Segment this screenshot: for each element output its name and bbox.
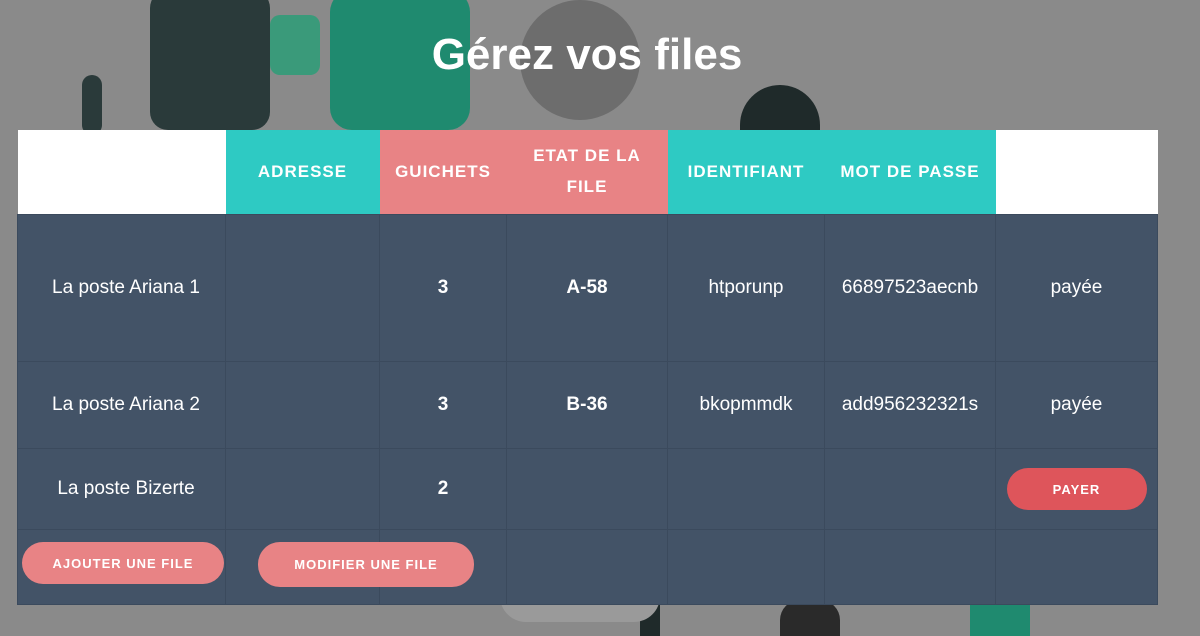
- header-etat: ETAT DE LA FILE: [506, 130, 668, 215]
- cell-paiement: PAYER: [995, 448, 1158, 530]
- empty-cell: [506, 529, 668, 605]
- page-title: Gérez vos files: [431, 30, 743, 79]
- cell-mot-de-passe: add956232321s: [824, 361, 996, 449]
- cell-guichets: 3: [379, 361, 507, 449]
- empty-cell: [667, 529, 825, 605]
- cell-file: La poste Ariana 2: [17, 361, 226, 449]
- cell-adresse: [225, 214, 380, 362]
- cell-identifiant: bkopmmdk: [667, 361, 825, 449]
- cell-mot-de-passe: [824, 448, 996, 530]
- cell-guichets: 3: [379, 214, 507, 362]
- cell-etat: A-58: [506, 214, 668, 362]
- table-row: La poste Ariana 1 3 A-58 htporunp 668975…: [17, 214, 1158, 362]
- background-shoe-illustration: [780, 600, 840, 636]
- background-post-illustration: [82, 75, 102, 135]
- cell-file: La poste Bizerte: [17, 448, 226, 530]
- cell-guichets: 2: [379, 448, 507, 530]
- cell-identifiant: [667, 448, 825, 530]
- edit-queue-button[interactable]: MODIFIER UNE FILE: [258, 542, 474, 587]
- table-row: La poste Ariana 2 3 B-36 bkopmmdk add956…: [17, 361, 1158, 449]
- empty-cell: [995, 529, 1158, 605]
- cell-file: La poste Ariana 1: [17, 214, 226, 362]
- cell-identifiant: htporunp: [667, 214, 825, 362]
- header-adresse: ADRESSE: [225, 130, 380, 215]
- cell-etat: B-36: [506, 361, 668, 449]
- table-header-row: LA FILE ADRESSE GUICHETS ETAT DE LA FILE…: [17, 130, 1158, 215]
- header-file: LA FILE: [17, 130, 226, 215]
- cell-etat: [506, 448, 668, 530]
- header-paiement: PAIEMENT: [995, 130, 1158, 215]
- empty-cell: [824, 529, 996, 605]
- header-mot-de-passe: MOT DE PASSE: [824, 130, 996, 215]
- cell-adresse: [225, 448, 380, 530]
- table-row: La poste Bizerte 2 PAYER: [17, 448, 1158, 530]
- queues-table: LA FILE ADRESSE GUICHETS ETAT DE LA FILE…: [17, 130, 1158, 605]
- header-identifiant: IDENTIFIANT: [667, 130, 825, 215]
- cell-adresse: [225, 361, 380, 449]
- pay-button[interactable]: PAYER: [1006, 468, 1147, 510]
- cell-paiement: payée: [995, 214, 1158, 362]
- cell-mot-de-passe: 66897523aecnb: [824, 214, 996, 362]
- header-guichets: GUICHETS: [379, 130, 507, 215]
- add-queue-button[interactable]: AJOUTER UNE FILE: [22, 542, 224, 584]
- cell-paiement: payée: [995, 361, 1158, 449]
